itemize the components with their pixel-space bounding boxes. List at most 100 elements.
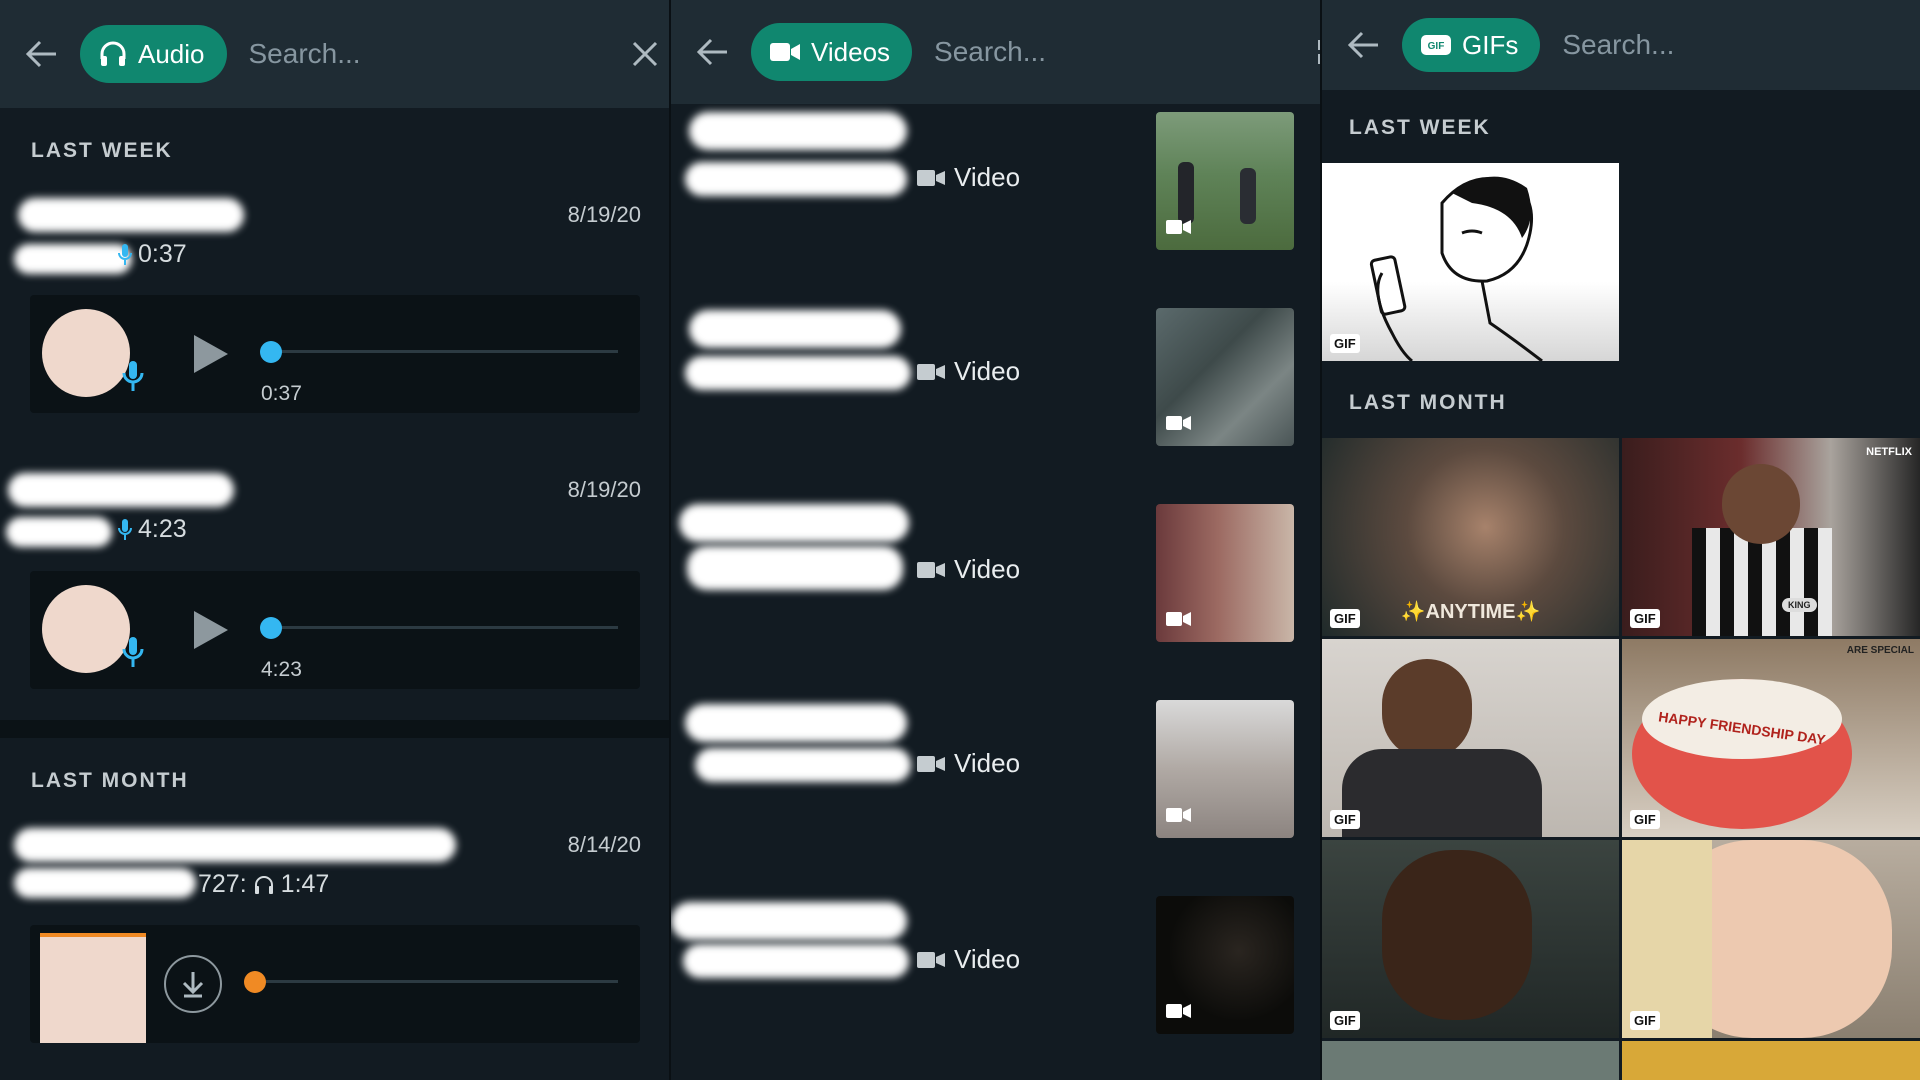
avatar: [42, 309, 130, 397]
gif-thumbnail[interactable]: [1322, 1041, 1619, 1080]
redacted-sender-name: [18, 198, 244, 232]
videos-toolbar: Videos: [671, 0, 1320, 104]
gif-thumbnail[interactable]: GIF: [1322, 840, 1619, 1038]
audio-date: 8/19/20: [567, 202, 641, 227]
hair-shape: [1622, 840, 1712, 1038]
gif-thumbnail[interactable]: GIF: [1322, 163, 1619, 361]
player-duration: 0:37: [261, 382, 302, 405]
back-arrow-icon[interactable]: [697, 27, 729, 77]
avatar: [42, 585, 130, 673]
redacted-chat-name: [695, 748, 911, 782]
redacted-sender-name: [689, 112, 907, 150]
video-thumbnail[interactable]: [1156, 112, 1294, 250]
video-camera-icon: [1166, 611, 1192, 632]
redacted-sender-name: [14, 828, 456, 862]
videos-filter-chip[interactable]: Videos: [751, 23, 913, 81]
audio-duration: 0:37: [138, 240, 187, 268]
headphones-icon: [254, 875, 273, 894]
back-arrow-icon[interactable]: [26, 29, 58, 79]
video-camera-icon: [1166, 1003, 1192, 1024]
video-camera-icon: [917, 951, 945, 968]
redacted-chat-name: [685, 356, 911, 390]
section-divider: [0, 720, 669, 738]
gif-caption: ✨ANYTIME✨: [1400, 601, 1541, 623]
section-last-week: LAST WEEK: [31, 139, 173, 162]
gif-thumbnail[interactable]: NETFLIX KING GIF: [1622, 438, 1920, 636]
audio-meta-prefix: 727:: [198, 870, 247, 898]
redacted-chat-name: [14, 868, 196, 898]
video-thumbnail[interactable]: [1156, 896, 1294, 1034]
play-icon[interactable]: [190, 609, 230, 656]
audio-chip-label: Audio: [138, 38, 205, 69]
mic-icon: [118, 243, 132, 265]
videos-panel: Videos Video: [671, 0, 1322, 1080]
audio-meta: 4:23: [118, 515, 187, 544]
video-thumbnail[interactable]: [1156, 504, 1294, 642]
video-label-text: Video: [954, 356, 1021, 386]
file-thumbnail: [40, 933, 146, 1043]
redacted-chat-name: [6, 517, 112, 547]
video-camera-icon: [770, 43, 800, 61]
mic-icon: [118, 518, 132, 540]
video-thumbnail[interactable]: [1156, 700, 1294, 838]
cartoon-illustration: [1369, 176, 1543, 361]
figure-shape: [1178, 162, 1194, 224]
gifs-toolbar: GIF GIFs: [1322, 0, 1920, 90]
seek-thumb[interactable]: [260, 617, 282, 639]
close-icon[interactable]: [632, 32, 658, 76]
redacted-chat-name: [685, 162, 907, 196]
gif-badge: GIF: [1330, 1011, 1360, 1030]
video-label-text: Video: [954, 944, 1021, 974]
gif-caption: NETFLIX: [1866, 446, 1912, 458]
redacted-sender-name: [685, 704, 907, 742]
gif-badge: GIF: [1330, 334, 1360, 353]
audio-date: 8/14/20: [567, 832, 641, 857]
seek-thumb[interactable]: [260, 341, 282, 363]
gifs-search-input[interactable]: [1562, 29, 1920, 61]
video-type-label: Video: [916, 748, 1020, 779]
video-list-item[interactable]: Video: [671, 308, 1320, 448]
audio-filter-chip[interactable]: Audio: [80, 25, 227, 83]
gif-thumbnail[interactable]: GIF: [1622, 840, 1920, 1038]
section-last-week: LAST WEEK: [1349, 116, 1491, 139]
seek-thumb[interactable]: [244, 971, 266, 993]
videos-search-input[interactable]: [934, 36, 1296, 68]
audio-meta: 727: 1:47: [198, 870, 329, 899]
head-shape: [1382, 659, 1472, 759]
video-camera-icon: [1166, 219, 1192, 240]
mic-icon: [122, 359, 144, 398]
gif-badge: GIF: [1330, 810, 1360, 829]
gif-thumbnail[interactable]: ✨ANYTIME✨ GIF: [1322, 438, 1619, 636]
video-list-item[interactable]: Video: [671, 504, 1320, 644]
back-arrow-icon[interactable]: [1348, 20, 1380, 70]
video-type-label: Video: [916, 356, 1020, 387]
audio-search-input[interactable]: [248, 38, 610, 70]
video-type-label: Video: [916, 944, 1020, 975]
gif-thumbnail[interactable]: [1622, 1041, 1920, 1080]
redacted-sender-name: [671, 902, 907, 940]
gif-thumbnail[interactable]: HAPPY FRIENDSHIP DAY ARE SPECIAL GIF: [1622, 639, 1920, 837]
audio-file-player: [30, 925, 640, 1043]
audio-duration: 4:23: [138, 515, 187, 543]
download-icon[interactable]: [164, 955, 222, 1013]
gifs-filter-chip[interactable]: GIF GIFs: [1402, 18, 1541, 72]
redacted-sender-name: [679, 504, 909, 542]
striped-shirt: [1692, 528, 1832, 636]
gif-thumbnail[interactable]: GIF: [1322, 639, 1619, 837]
videos-chip-label: Videos: [811, 36, 891, 67]
gif-caption: ARE SPECIAL: [1846, 645, 1914, 656]
figure-shape: [1240, 168, 1256, 224]
video-camera-icon: [917, 561, 945, 578]
video-list-item[interactable]: Video: [671, 896, 1320, 1036]
player-duration: 4:23: [261, 658, 302, 681]
redacted-chat-name: [683, 944, 909, 978]
video-list-item[interactable]: Video: [671, 112, 1320, 252]
gif-badge: GIF: [1630, 1011, 1660, 1030]
video-list-item[interactable]: Video: [671, 700, 1320, 840]
body-shape: [1342, 749, 1542, 837]
play-icon[interactable]: [190, 333, 230, 380]
video-camera-icon: [1166, 415, 1192, 436]
video-thumbnail[interactable]: [1156, 308, 1294, 446]
gif-badge: GIF: [1630, 609, 1660, 628]
voice-note-player: 0:37: [30, 295, 640, 413]
